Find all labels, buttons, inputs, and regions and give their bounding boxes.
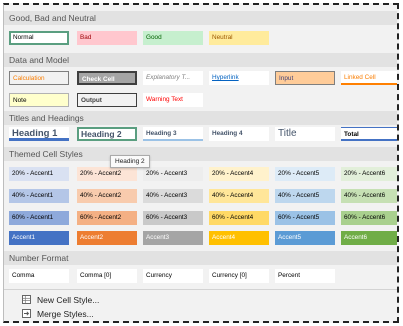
style-currency-0[interactable]: Currency [0] [209, 269, 269, 283]
style-60-accent5[interactable]: 60% - Accent5 [275, 211, 335, 225]
new-cell-style-icon [22, 295, 31, 304]
style-60-accent2[interactable]: 60% - Accent2 [77, 211, 137, 225]
style-accent6[interactable]: Accent6 [341, 231, 397, 245]
style-20-accent4[interactable]: 20% - Accent4 [209, 167, 269, 181]
style-accent4[interactable]: Accent4 [209, 231, 269, 245]
style-total[interactable]: Total [341, 127, 397, 141]
style-comma[interactable]: Comma [9, 269, 69, 283]
section-good-bad-neutral: Good, Bad and Neutral [4, 11, 397, 25]
style-heading-4[interactable]: Heading 4 [209, 127, 269, 141]
style-heading-2[interactable]: Heading 2 [77, 127, 137, 141]
style-heading-3[interactable]: Heading 3 [143, 127, 203, 141]
merge-styles-icon [22, 309, 31, 318]
style-note[interactable]: Note [9, 93, 69, 107]
style-60-accent1[interactable]: 60% - Accent1 [9, 211, 69, 225]
style-linked-cell[interactable]: Linked Cell [341, 71, 397, 85]
style-output[interactable]: Output [77, 93, 137, 107]
style-comma-0[interactable]: Comma [0] [77, 269, 137, 283]
style-20-accent3[interactable]: 20% - Accent3 [143, 167, 203, 181]
style-60-accent6[interactable]: 60% - Accent6 [341, 211, 397, 225]
section-data-model: Data and Model [4, 53, 397, 67]
new-cell-style-label: New Cell Style... [37, 295, 100, 305]
cell-styles-gallery: Good, Bad and Neutral Normal Bad Good Ne… [3, 3, 399, 323]
style-calculation[interactable]: Calculation [9, 71, 69, 85]
style-input[interactable]: Input [275, 71, 335, 85]
style-40-accent1[interactable]: 40% - Accent1 [9, 189, 69, 203]
style-40-accent4[interactable]: 40% - Accent4 [209, 189, 269, 203]
style-check-cell[interactable]: Check Cell [77, 71, 137, 85]
section-titles-headings: Titles and Headings [4, 111, 397, 125]
themed-row-20: 20% - Accent1 20% - Accent2 20% - Accent… [9, 167, 397, 181]
style-heading-1[interactable]: Heading 1 [9, 127, 69, 141]
style-currency[interactable]: Currency [143, 269, 203, 283]
style-accent5[interactable]: Accent5 [275, 231, 335, 245]
style-60-accent4[interactable]: 60% - Accent4 [209, 211, 269, 225]
style-60-accent3[interactable]: 60% - Accent3 [143, 211, 203, 225]
style-accent1[interactable]: Accent1 [9, 231, 69, 245]
style-bad[interactable]: Bad [77, 31, 137, 45]
style-good[interactable]: Good [143, 31, 203, 45]
data-model-row-1: Calculation Check Cell Explanatory T... … [9, 71, 397, 85]
style-explanatory-text[interactable]: Explanatory T... [143, 71, 203, 85]
style-40-accent3[interactable]: 40% - Accent3 [143, 189, 203, 203]
menu-divider [4, 289, 397, 290]
section-themed-cell-styles: Themed Cell Styles [4, 147, 397, 161]
themed-row-40: 40% - Accent1 40% - Accent2 40% - Accent… [9, 189, 397, 203]
style-40-accent5[interactable]: 40% - Accent5 [275, 189, 335, 203]
style-20-accent2[interactable]: 20% - Accent2 [77, 167, 137, 181]
themed-row-accent: Accent1 Accent2 Accent3 Accent4 Accent5 … [9, 231, 397, 245]
style-40-accent2[interactable]: 40% - Accent2 [77, 189, 137, 203]
style-20-accent6[interactable]: 20% - Accent6 [341, 167, 397, 181]
style-hyperlink[interactable]: Hyperlink [209, 71, 269, 85]
style-accent2[interactable]: Accent2 [77, 231, 137, 245]
style-20-accent1[interactable]: 20% - Accent1 [9, 167, 69, 181]
number-format-row: Comma Comma [0] Currency Currency [0] Pe… [9, 269, 397, 283]
style-title[interactable]: Title [275, 127, 335, 141]
themed-row-60: 60% - Accent1 60% - Accent2 60% - Accent… [9, 211, 397, 225]
style-40-accent6[interactable]: 40% - Accent6 [341, 189, 397, 203]
titles-row: Heading 1 Heading 2 Heading 3 Heading 4 … [9, 127, 397, 141]
style-accent3[interactable]: Accent3 [143, 231, 203, 245]
good-bad-row: Normal Bad Good Neutral [9, 31, 397, 45]
section-number-format: Number Format [4, 251, 397, 265]
style-percent[interactable]: Percent [275, 269, 335, 283]
style-neutral[interactable]: Neutral [209, 31, 269, 45]
data-model-row-2: Note Output Warning Text [9, 93, 397, 107]
style-tooltip: Heading 2 [110, 155, 150, 168]
style-20-accent5[interactable]: 20% - Accent5 [275, 167, 335, 181]
merge-styles-label: Merge Styles... [37, 309, 94, 319]
style-normal[interactable]: Normal [9, 31, 69, 45]
style-warning-text[interactable]: Warning Text [143, 93, 203, 107]
